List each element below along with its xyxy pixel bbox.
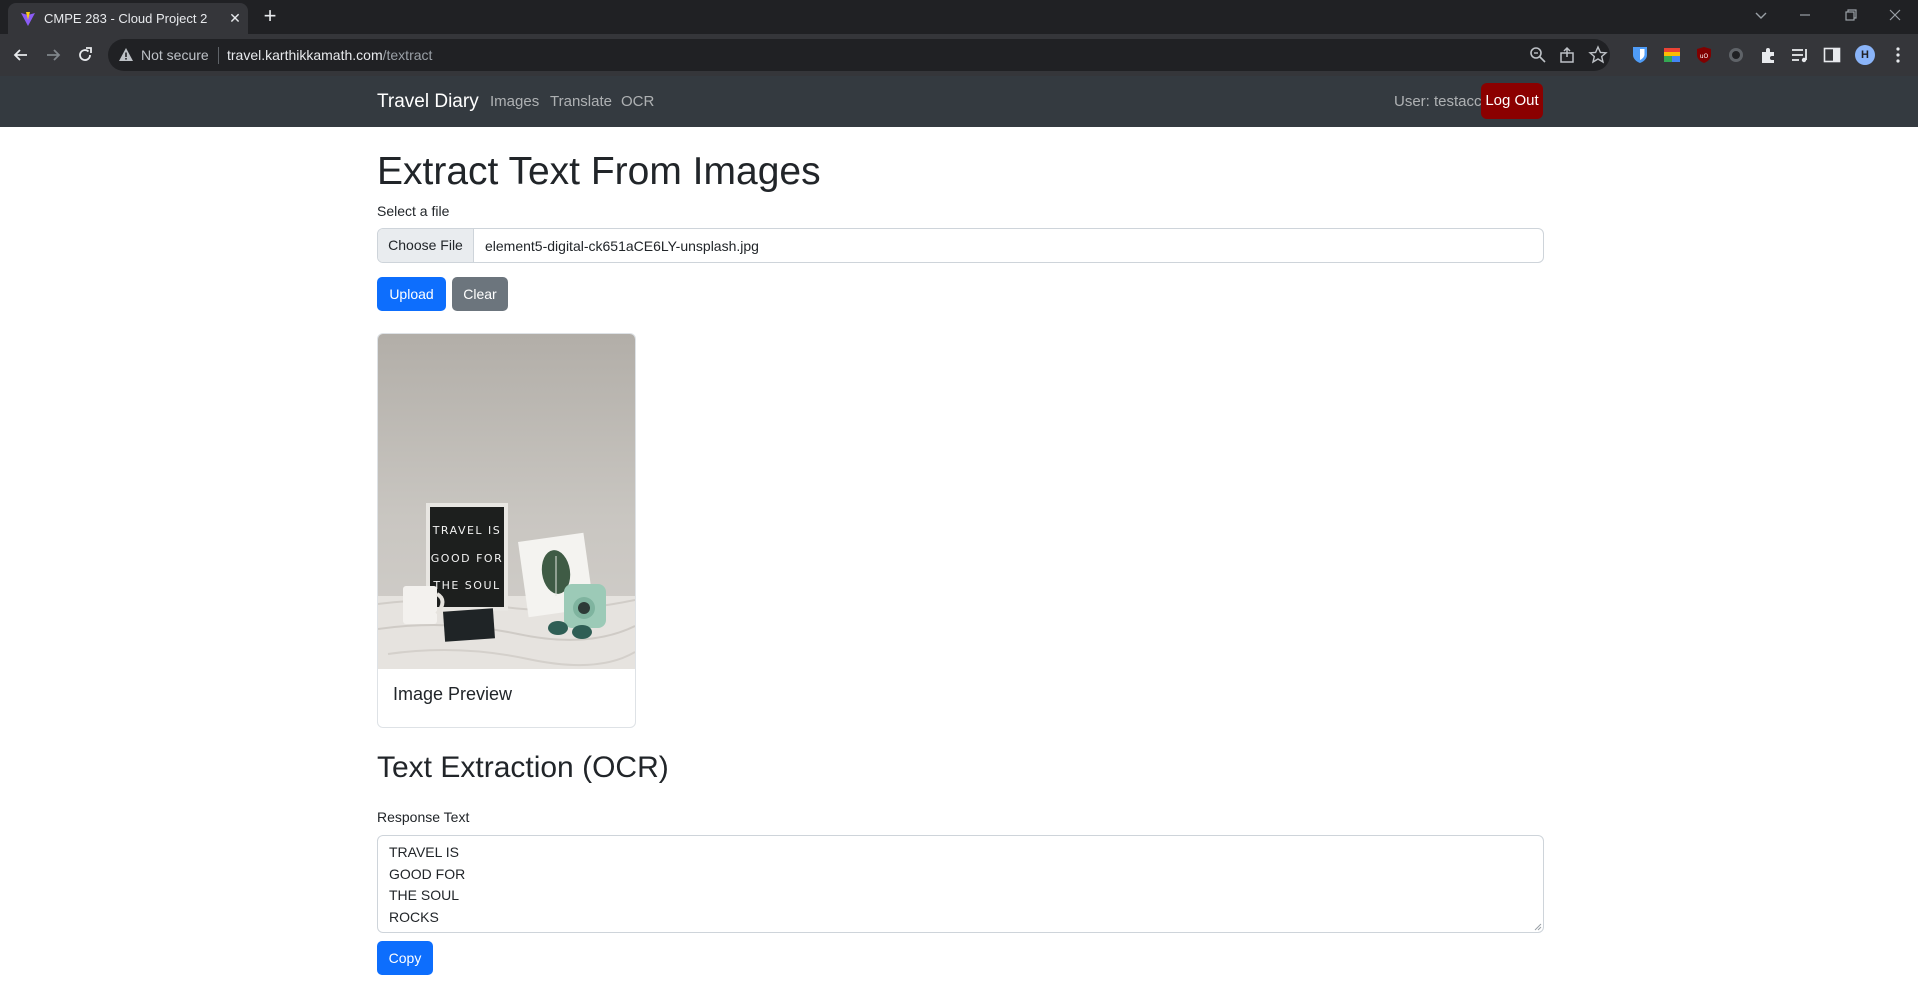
url-path: /textract [382,47,433,63]
vite-logo-icon [21,12,35,26]
sign-text-line-2: GOOD FOR [431,552,503,565]
resize-grip-icon[interactable] [1532,921,1542,931]
side-panel-icon[interactable] [1822,45,1842,65]
browser-toolbar: Not secure travel.karthikkamath.com/text… [0,34,1918,76]
browser-tab[interactable]: CMPE 283 - Cloud Project 2 ✕ [8,3,248,34]
forward-arrow-icon[interactable] [41,43,65,67]
ocr-section-title: Text Extraction (OCR) [377,751,669,784]
browser-tab-title: CMPE 283 - Cloud Project 2 [44,11,208,26]
brand-link[interactable]: Travel Diary [377,91,479,113]
color-palette-extension-icon[interactable] [1662,45,1682,65]
file-label: Select a file [377,203,450,219]
bitwarden-shield-icon[interactable] [1630,45,1650,65]
browser-menu-icon[interactable] [1888,45,1908,65]
nav-link-translate[interactable]: Translate [550,93,612,110]
security-label[interactable]: Not secure [141,47,209,63]
browser-tab-strip: CMPE 283 - Cloud Project 2 ✕ + [0,0,1918,34]
response-textarea[interactable]: TRAVEL IS GOOD FOR THE SOUL ROCKS [377,835,1544,933]
sign-text-line-3: THE SOUL [432,579,500,592]
sign-text-line-1: TRAVEL IS [432,524,502,537]
extensions-puzzle-icon[interactable] [1758,45,1778,65]
svg-text:uO: uO [1700,53,1709,60]
ublock-origin-icon[interactable]: uO [1694,45,1714,65]
media-queue-icon[interactable] [1790,45,1810,65]
response-label: Response Text [377,809,470,825]
response-line: GOOD FOR [389,866,466,882]
tab-search-chevron-icon[interactable] [1747,4,1775,26]
tab-close-icon[interactable]: ✕ [226,9,244,27]
response-line: THE SOUL [389,887,460,903]
close-window-icon[interactable] [1881,4,1909,26]
bookmark-star-icon[interactable] [1588,45,1608,65]
minimize-icon[interactable] [1791,4,1819,26]
omnibox-divider [218,47,219,64]
warning-triangle-icon [119,48,133,61]
upload-button[interactable]: Upload [377,277,446,311]
new-tab-icon[interactable]: + [258,5,282,28]
url-text[interactable]: travel.karthikkamath.com/textract [227,47,432,63]
response-line: TRAVEL IS [389,844,460,860]
nav-link-ocr[interactable]: OCR [621,93,654,110]
page-title: Extract Text From Images [377,150,821,193]
card-title: Image Preview [393,684,513,704]
reload-icon[interactable] [73,43,97,67]
copy-button[interactable]: Copy [377,941,433,975]
profile-avatar[interactable]: H [1855,45,1875,65]
response-line: ROCKS [389,909,439,925]
dark-mode-extension-icon[interactable] [1726,45,1746,65]
restore-icon[interactable] [1837,4,1865,26]
user-label: User: testacc [1394,93,1482,110]
file-input[interactable]: Choose File element5-digital-ck651aCE6LY… [377,228,1544,263]
clear-button[interactable]: Clear [452,277,508,311]
nav-link-images[interactable]: Images [490,93,539,110]
image-preview-card: TRAVEL IS GOOD FOR THE SOUL Image Previe… [377,333,636,728]
preview-image: TRAVEL IS GOOD FOR THE SOUL [378,334,635,669]
selected-file-name: element5-digital-ck651aCE6LY-unsplash.jp… [485,238,759,254]
zoom-icon[interactable] [1528,45,1548,65]
back-arrow-icon[interactable] [9,43,33,67]
choose-file-button[interactable]: Choose File [378,229,474,262]
logout-button[interactable]: Log Out [1481,83,1543,119]
url-host: travel.karthikkamath.com [227,47,383,63]
site-navbar: Travel Diary Images Translate OCR User: … [0,76,1918,127]
address-bar[interactable]: Not secure travel.karthikkamath.com/text… [108,39,1610,71]
share-icon[interactable] [1558,45,1578,65]
